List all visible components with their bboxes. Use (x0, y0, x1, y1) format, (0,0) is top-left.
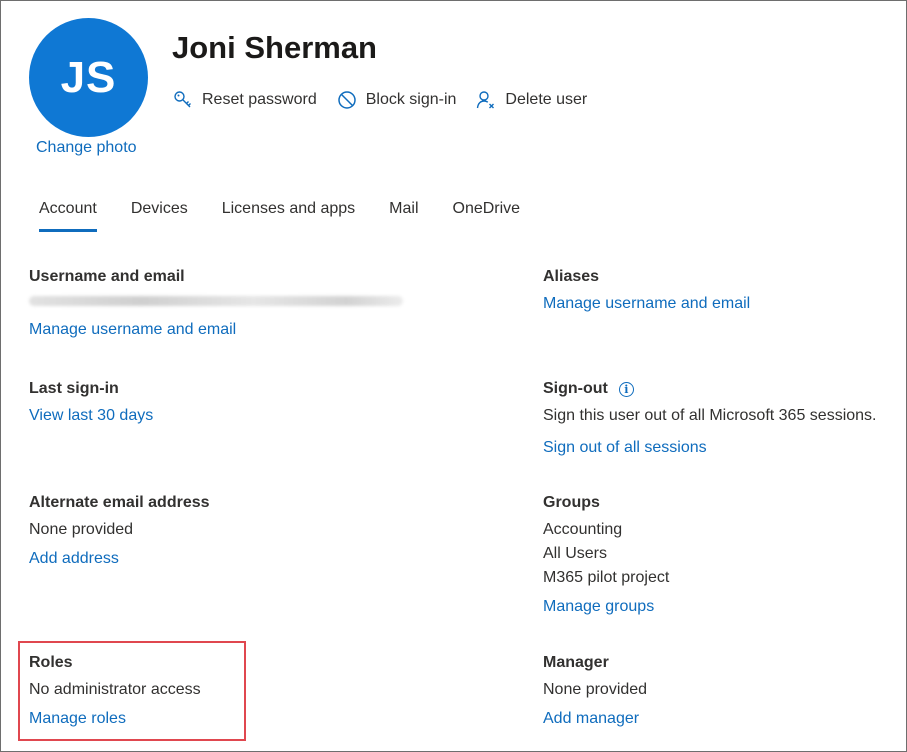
block-sign-in-label: Block sign-in (365, 91, 457, 108)
delete-user-label: Delete user (505, 91, 588, 108)
user-actions: Reset password Block sign-in Delete user (172, 89, 606, 111)
group-item: M365 pilot project (543, 569, 670, 586)
aliases-heading: Aliases (543, 268, 600, 285)
key-icon (172, 89, 194, 111)
username-section: Username and email Manage username and e… (29, 268, 403, 342)
delete-user-icon (475, 89, 497, 111)
group-item: Accounting (543, 521, 623, 538)
aliases-manage-username-link[interactable]: Manage username and email (543, 292, 750, 316)
avatar-initials: JS (60, 52, 117, 102)
alternate-email-section: Alternate email address None provided Ad… (29, 494, 210, 571)
username-heading: Username and email (29, 268, 185, 285)
group-item: All Users (543, 545, 608, 562)
info-icon[interactable]: i (618, 381, 634, 397)
tab-mail[interactable]: Mail (389, 200, 418, 232)
block-icon (336, 89, 358, 111)
manage-groups-link[interactable]: Manage groups (543, 595, 654, 619)
delete-user-button[interactable]: Delete user (475, 89, 587, 111)
redacted-email (29, 296, 403, 306)
alternate-email-value: None provided (29, 521, 134, 538)
tab-devices[interactable]: Devices (131, 200, 188, 232)
last-signin-section: Last sign-in View last 30 days (29, 380, 153, 428)
tab-onedrive[interactable]: OneDrive (453, 200, 521, 232)
aliases-section: Aliases Manage username and email (543, 268, 750, 316)
manager-section: Manager None provided Add manager (543, 654, 647, 731)
last-signin-heading: Last sign-in (29, 380, 119, 397)
reset-password-label: Reset password (202, 91, 317, 108)
signout-section: Sign-out i Sign this user out of all Mic… (543, 380, 877, 460)
alternate-email-heading: Alternate email address (29, 494, 210, 511)
add-manager-link[interactable]: Add manager (543, 707, 639, 731)
avatar: JS (29, 18, 148, 137)
signout-description: Sign this user out of all Microsoft 365 … (543, 407, 877, 424)
groups-section: Groups Accounting All Users M365 pilot p… (543, 494, 669, 619)
tab-bar: Account Devices Licenses and apps Mail O… (39, 200, 554, 232)
tab-account[interactable]: Account (39, 200, 97, 232)
view-last-30-days-link[interactable]: View last 30 days (29, 404, 153, 428)
tab-licenses-and-apps[interactable]: Licenses and apps (222, 200, 355, 232)
reset-password-button[interactable]: Reset password (172, 89, 317, 111)
user-name: Joni Sherman (172, 30, 377, 65)
sign-out-all-sessions-link[interactable]: Sign out of all sessions (543, 436, 707, 460)
manager-value: None provided (543, 681, 648, 698)
add-address-link[interactable]: Add address (29, 547, 119, 571)
manager-heading: Manager (543, 654, 609, 671)
change-photo-link[interactable]: Change photo (36, 139, 137, 157)
roles-highlight-box (18, 641, 246, 741)
signout-heading-row: Sign-out i (543, 380, 877, 398)
signout-heading: Sign-out (543, 380, 608, 397)
groups-heading: Groups (543, 494, 600, 511)
block-sign-in-button[interactable]: Block sign-in (336, 89, 457, 111)
manage-username-link[interactable]: Manage username and email (29, 318, 236, 342)
